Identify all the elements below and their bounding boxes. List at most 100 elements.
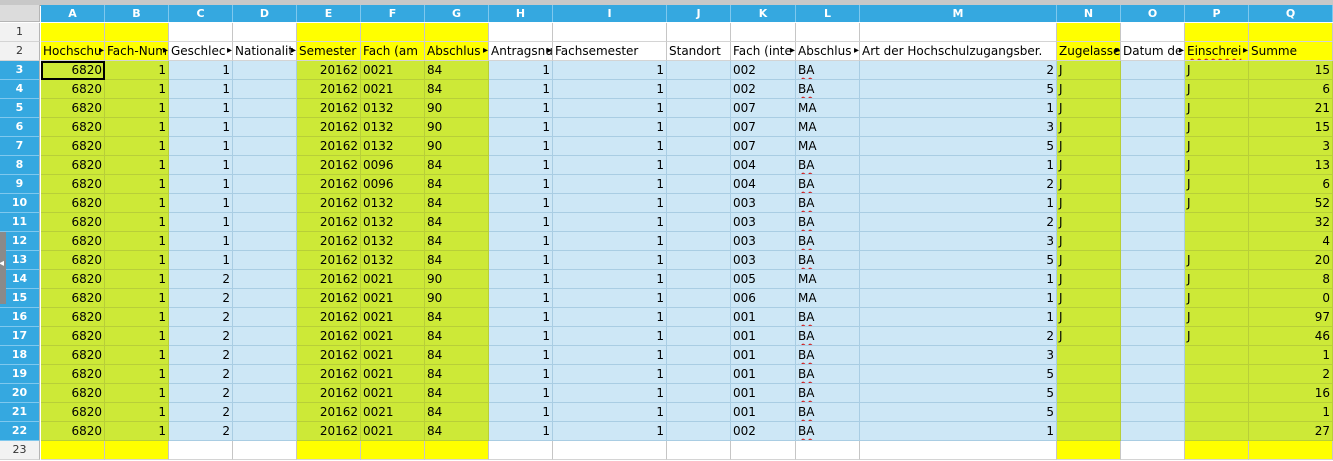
cell[interactable] [667,80,731,99]
cell[interactable]: 20162 [297,80,361,99]
cell[interactable]: J [1057,137,1121,156]
cell[interactable] [1121,441,1185,460]
cell[interactable] [169,441,233,460]
cell[interactable]: 1 [489,175,553,194]
cell[interactable]: 0021 [361,270,425,289]
cell[interactable]: 5 [860,251,1057,270]
header-cell[interactable]: Fach (inte [731,42,796,61]
cell[interactable]: J [1057,327,1121,346]
cell[interactable]: 20 [1249,251,1333,270]
cell[interactable]: 5 [860,403,1057,422]
cell[interactable]: 20162 [297,327,361,346]
cell[interactable] [361,441,425,460]
cell[interactable]: 0021 [361,384,425,403]
cell[interactable]: 20162 [297,270,361,289]
cell[interactable]: 1 [489,289,553,308]
header-cell[interactable]: Fach-Num [105,42,169,61]
cell[interactable]: BA [796,346,860,365]
cell[interactable]: 1 [489,384,553,403]
cell[interactable]: 20162 [297,346,361,365]
cell[interactable]: J [1185,308,1249,327]
cell[interactable]: 0021 [361,403,425,422]
header-cell[interactable]: Standort [667,42,731,61]
cell[interactable]: 84 [425,327,489,346]
cell[interactable] [1185,384,1249,403]
column-header-q[interactable]: Q [1249,5,1333,22]
cell[interactable] [41,23,105,42]
cell[interactable] [667,137,731,156]
cell[interactable] [667,175,731,194]
cell[interactable]: BA [796,403,860,422]
cell[interactable] [233,137,297,156]
cell[interactable]: 90 [425,137,489,156]
cell[interactable]: 90 [425,118,489,137]
cell[interactable]: 1 [860,308,1057,327]
cell[interactable] [233,384,297,403]
cell[interactable]: 21 [1249,99,1333,118]
cell[interactable]: 1 [105,403,169,422]
cell[interactable]: 1 [105,346,169,365]
cell[interactable] [667,308,731,327]
cell[interactable] [233,23,297,42]
cell[interactable] [233,156,297,175]
cell[interactable] [233,327,297,346]
cell[interactable]: J [1185,99,1249,118]
cell[interactable]: 84 [425,61,489,80]
cell[interactable]: 1 [489,156,553,175]
column-header-c[interactable]: C [169,5,233,22]
cell[interactable] [1121,118,1185,137]
cell[interactable] [1121,403,1185,422]
cell[interactable]: BA [796,80,860,99]
cell[interactable]: J [1185,194,1249,213]
cell[interactable]: 002 [731,80,796,99]
cell[interactable]: 1 [105,80,169,99]
cell[interactable] [233,441,297,460]
cell[interactable]: 5 [860,365,1057,384]
cell[interactable]: 20162 [297,175,361,194]
header-cell[interactable]: Art der Hochschulzugangsber. [860,42,1057,61]
cell[interactable]: 0021 [361,327,425,346]
cell[interactable]: 32 [1249,213,1333,232]
cell[interactable]: J [1057,156,1121,175]
cell[interactable] [1057,384,1121,403]
cell[interactable] [1121,270,1185,289]
cell[interactable]: 2 [169,270,233,289]
cell[interactable] [489,441,553,460]
cell[interactable] [1057,346,1121,365]
cell[interactable]: 0132 [361,251,425,270]
cell[interactable]: 1 [553,175,667,194]
cell[interactable]: 1 [105,118,169,137]
select-all-corner[interactable] [0,5,40,22]
row-header[interactable]: 23 [0,441,40,460]
cell[interactable]: 3 [860,118,1057,137]
cell[interactable] [667,270,731,289]
cell[interactable]: 001 [731,308,796,327]
row-header[interactable]: 10 [0,194,40,213]
cell[interactable] [425,441,489,460]
cell[interactable] [105,23,169,42]
cell[interactable]: 0021 [361,365,425,384]
cell[interactable]: 6820 [41,137,105,156]
cell[interactable] [1121,232,1185,251]
cell[interactable]: 006 [731,289,796,308]
column-header-a[interactable]: A [41,5,105,22]
cell[interactable]: 8 [1249,270,1333,289]
cell[interactable]: 0096 [361,156,425,175]
cell[interactable]: 1 [553,118,667,137]
cell[interactable]: BA [796,232,860,251]
row-header[interactable]: 3 [0,61,40,80]
cell[interactable]: 1 [489,308,553,327]
cell[interactable]: 003 [731,213,796,232]
cell[interactable]: 2 [169,346,233,365]
cell[interactable]: 16 [1249,384,1333,403]
cell[interactable]: J [1057,289,1121,308]
cell[interactable]: 20162 [297,289,361,308]
cell[interactable]: 1 [1249,403,1333,422]
cell[interactable]: 1 [553,289,667,308]
cell[interactable]: 1 [553,156,667,175]
cell[interactable]: 1 [860,289,1057,308]
cell[interactable]: 2 [860,213,1057,232]
cell[interactable]: 1 [105,232,169,251]
cell[interactable]: 0 [1249,289,1333,308]
cell[interactable]: 6 [1249,175,1333,194]
